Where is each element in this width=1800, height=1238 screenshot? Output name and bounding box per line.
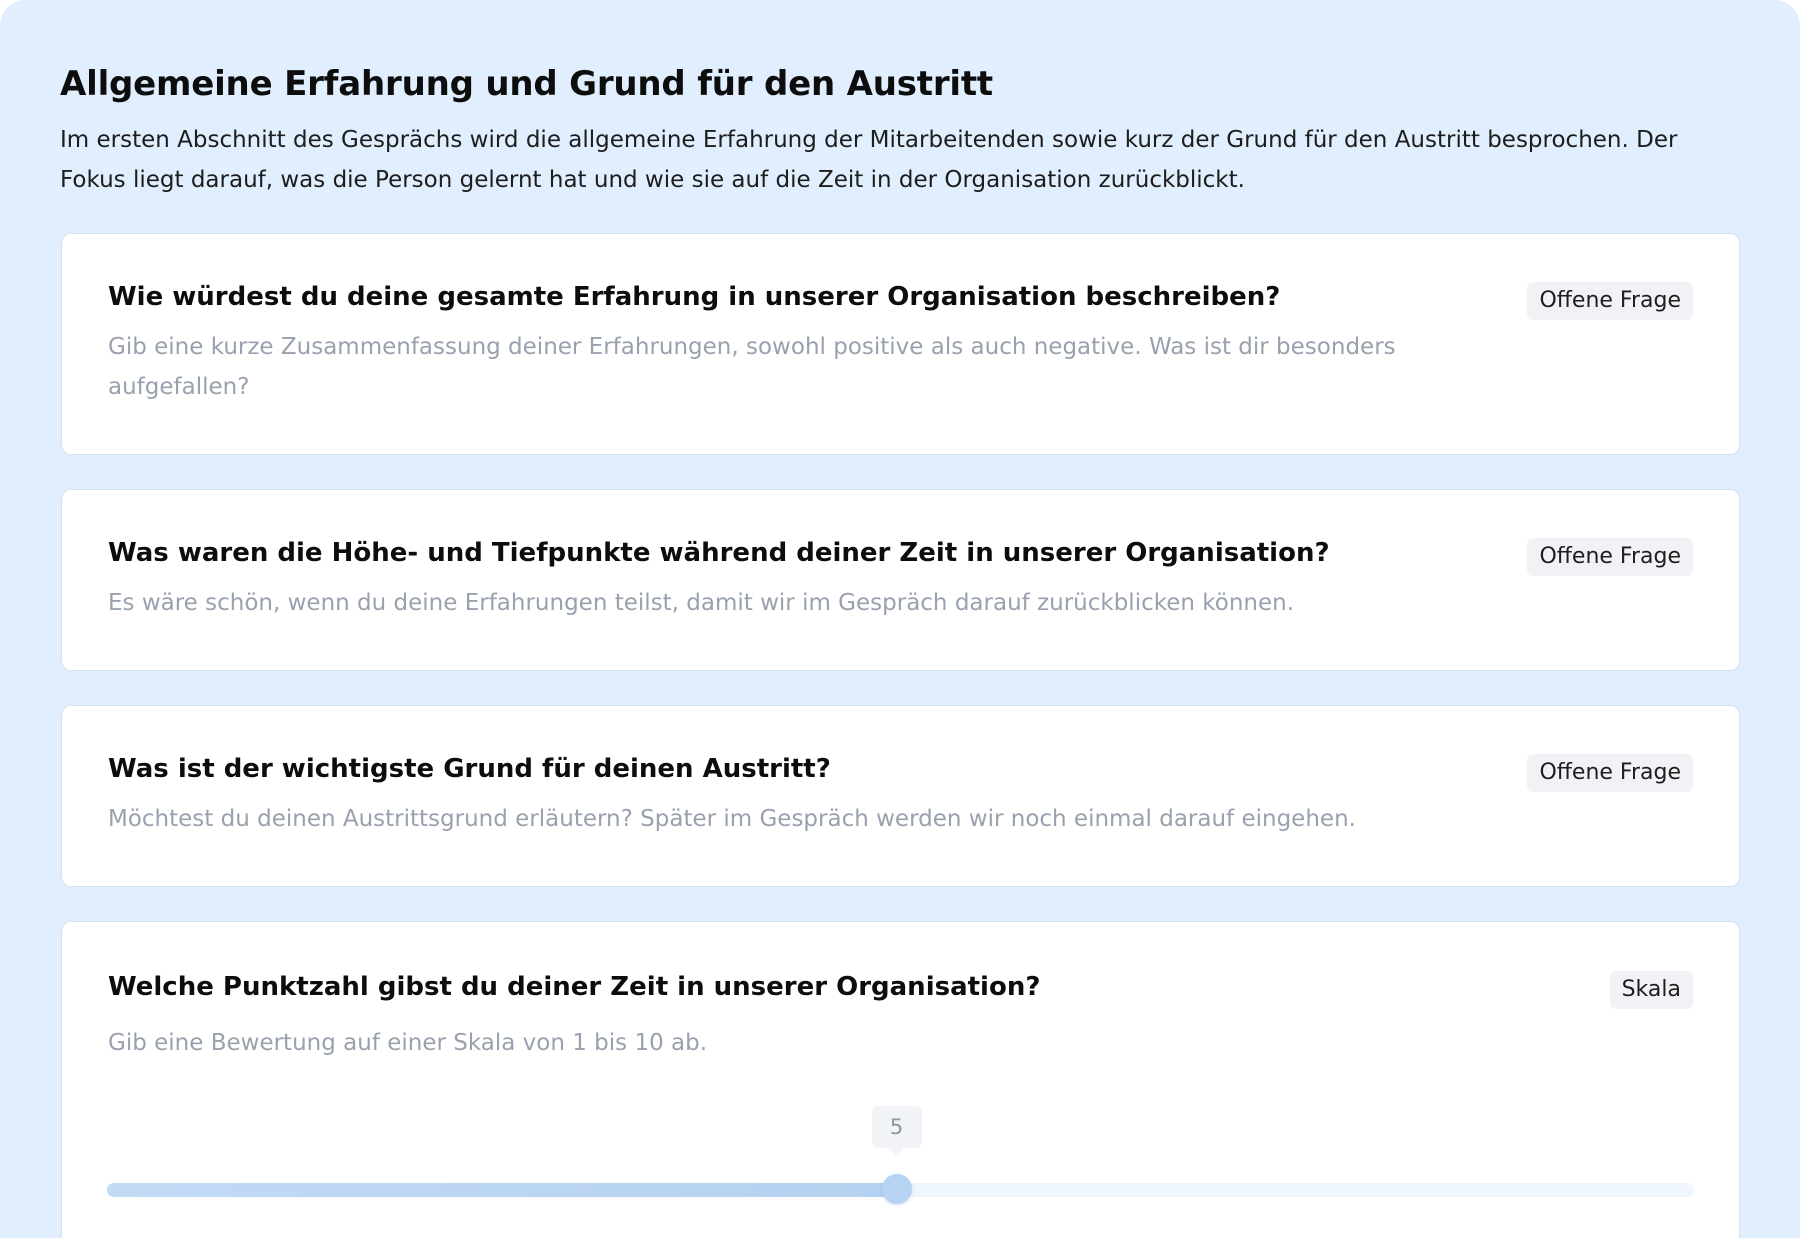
question-type-badge: Offene Frage bbox=[1527, 754, 1693, 792]
question-title: Was waren die Höhe- und Tiefpunkte währe… bbox=[108, 538, 1330, 568]
question-type-badge: Skala bbox=[1609, 971, 1693, 1009]
question-title: Was ist der wichtigste Grund für deinen … bbox=[108, 754, 831, 784]
question-card-score[interactable]: Welche Punktzahl gibst du deiner Zeit in… bbox=[61, 921, 1740, 1238]
score-slider-fill bbox=[107, 1183, 897, 1197]
question-hint: Gib eine Bewertung auf einer Skala von 1… bbox=[108, 1030, 708, 1056]
score-slider-thumb[interactable] bbox=[881, 1174, 912, 1204]
question-type-badge: Offene Frage bbox=[1527, 282, 1693, 320]
exit-interview-panel: Allgemeine Erfahrung und Grund für den A… bbox=[0, 0, 1800, 1238]
question-hint: Gib eine kurze Zusammenfassung deiner Er… bbox=[108, 334, 1396, 400]
question-hint: Möchtest du deinen Austrittsgrund erläut… bbox=[108, 806, 1356, 832]
question-title: Welche Punktzahl gibst du deiner Zeit in… bbox=[108, 972, 1041, 1002]
question-card-highs-lows[interactable]: Was waren die Höhe- und Tiefpunkte währe… bbox=[61, 489, 1740, 671]
question-hint: Es wäre schön, wenn du deine Erfahrungen… bbox=[108, 590, 1295, 616]
question-card-experience[interactable]: Wie würdest du deine gesamte Erfahrung i… bbox=[61, 233, 1740, 455]
question-type-badge: Offene Frage bbox=[1527, 538, 1693, 576]
question-card-exit-reason[interactable]: Was ist der wichtigste Grund für deinen … bbox=[61, 705, 1740, 887]
section-title: Allgemeine Erfahrung und Grund für den A… bbox=[60, 64, 993, 104]
score-value-tooltip: 5 bbox=[871, 1106, 922, 1156]
section-description: Im ersten Abschnitt des Gesprächs wird d… bbox=[60, 127, 1678, 193]
question-title: Wie würdest du deine gesamte Erfahrung i… bbox=[108, 282, 1281, 312]
